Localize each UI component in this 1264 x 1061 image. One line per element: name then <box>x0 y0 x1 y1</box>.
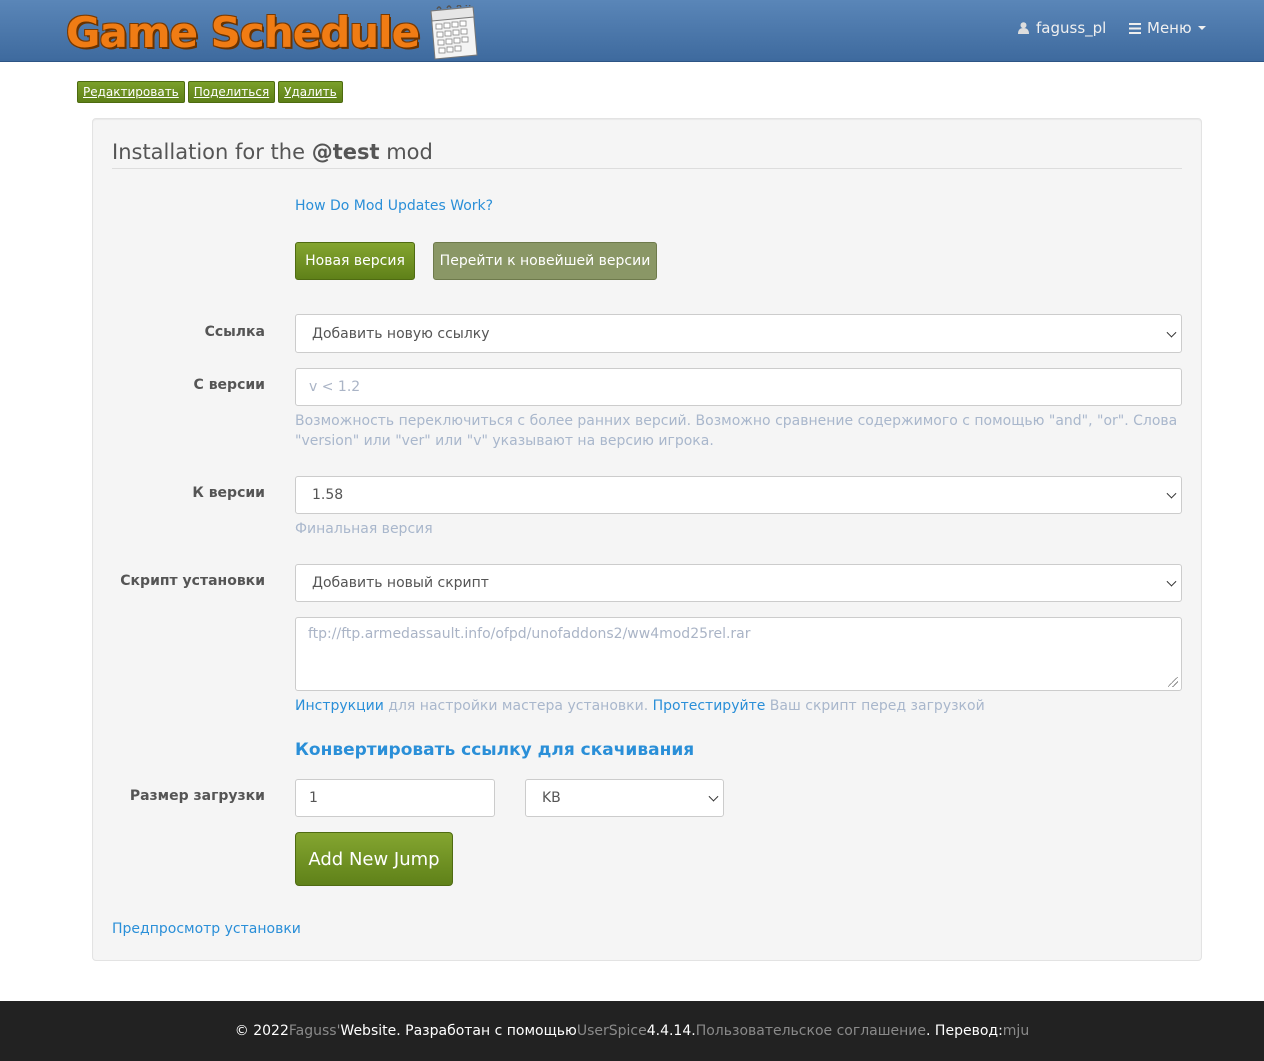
footer-copyright: © 2022 <box>234 1023 289 1039</box>
test-script-link[interactable]: Протестируйте <box>653 698 766 714</box>
download-size-input[interactable]: 1 <box>295 779 495 817</box>
chevron-down-icon <box>1166 488 1177 499</box>
install-script-help: Инструкции для настройки мастера установ… <box>295 696 985 716</box>
link-label: Ссылка <box>204 324 265 340</box>
convert-download-link[interactable]: Конвертировать ссылку для скачивания <box>295 740 694 760</box>
install-script-textarea[interactable]: ftp://ftp.armedassault.info/ofpd/unofadd… <box>295 617 1182 691</box>
mod-name: @test <box>311 140 380 164</box>
menu-label: Меню <box>1147 19 1192 37</box>
page-actions: Редактировать Поделиться Удалить <box>77 81 343 103</box>
main-menu-toggle[interactable]: Меню <box>1129 19 1206 37</box>
install-script-select[interactable]: Добавить новый скрипт <box>295 564 1182 602</box>
footer-owner-link[interactable]: Faguss' <box>289 1023 341 1039</box>
caret-down-icon <box>1197 26 1206 30</box>
title-divider <box>112 168 1182 169</box>
footer-translation-text: . Перевод: <box>926 1023 1003 1039</box>
chevron-down-icon <box>1166 576 1177 587</box>
from-version-placeholder: v < 1.2 <box>309 379 361 395</box>
to-version-value: 1.58 <box>312 487 344 503</box>
from-version-input[interactable]: v < 1.2 <box>295 368 1182 406</box>
page-title: Installation for the @test mod <box>112 140 433 164</box>
user-menu[interactable]: faguss_pl <box>1018 19 1106 37</box>
link-select-value: Добавить новую ссылку <box>312 325 490 342</box>
calendar-icon <box>430 5 478 60</box>
title-suffix: mod <box>379 140 433 164</box>
delete-button[interactable]: Удалить <box>278 81 343 103</box>
edit-button[interactable]: Редактировать <box>77 81 185 103</box>
resize-handle-icon[interactable] <box>1168 677 1178 687</box>
user-agreement-link[interactable]: Пользовательское соглашение <box>696 1023 926 1039</box>
from-version-help: Возможность переключиться с более ранних… <box>295 413 1178 449</box>
chevron-down-icon <box>1166 327 1177 338</box>
link-select[interactable]: Добавить новую ссылку <box>295 314 1182 353</box>
from-version-label: С версии <box>193 377 265 393</box>
title-prefix: Installation for the <box>112 140 312 164</box>
install-script-label: Скрипт установки <box>120 573 265 589</box>
userspice-link[interactable]: UserSpice <box>577 1023 647 1039</box>
download-size-label: Размер загрузки <box>129 788 265 804</box>
instructions-text: для настройки мастера установки. <box>383 698 653 714</box>
chevron-down-icon <box>708 791 719 802</box>
test-script-text: Ваш скрипт перед загрузкой <box>765 698 985 714</box>
add-new-jump-button[interactable]: Add New Jump <box>295 832 453 886</box>
download-size-unit-select[interactable]: KB <box>525 779 724 817</box>
footer: © 2022 Faguss' Website. Разработан с пом… <box>0 1001 1264 1061</box>
download-size-value: 1 <box>309 790 318 806</box>
to-version-select[interactable]: 1.58 <box>295 476 1182 514</box>
goto-latest-version-button[interactable]: Перейти к новейшей версии <box>433 242 657 280</box>
navbar: Game Schedule faguss_pl Меню <box>0 0 1264 62</box>
to-version-label: К версии <box>192 485 265 501</box>
install-script-value: Добавить новый скрипт <box>312 575 489 591</box>
hamburger-icon <box>1129 22 1141 34</box>
instructions-link[interactable]: Инструкции <box>295 698 384 714</box>
share-button[interactable]: Поделиться <box>187 81 276 103</box>
to-version-help: Финальная версия <box>295 521 433 537</box>
new-version-button[interactable]: Новая версия <box>295 242 415 280</box>
install-preview-link[interactable]: Предпросмотр установки <box>112 921 301 937</box>
footer-version: 4.4.14. <box>646 1023 696 1039</box>
username: faguss_pl <box>1036 19 1107 37</box>
mod-updates-help-link[interactable]: How Do Mod Updates Work? <box>295 198 493 214</box>
download-size-unit-value: KB <box>542 790 561 806</box>
brand-logo[interactable]: Game Schedule <box>66 4 481 60</box>
install-script-placeholder: ftp://ftp.armedassault.info/ofpd/unofadd… <box>308 626 751 642</box>
translator-link[interactable]: mju <box>1003 1023 1029 1039</box>
footer-text: Website. Разработан с помощью <box>340 1023 577 1039</box>
user-icon <box>1018 22 1029 34</box>
brand-title: Game Schedule <box>66 7 420 57</box>
